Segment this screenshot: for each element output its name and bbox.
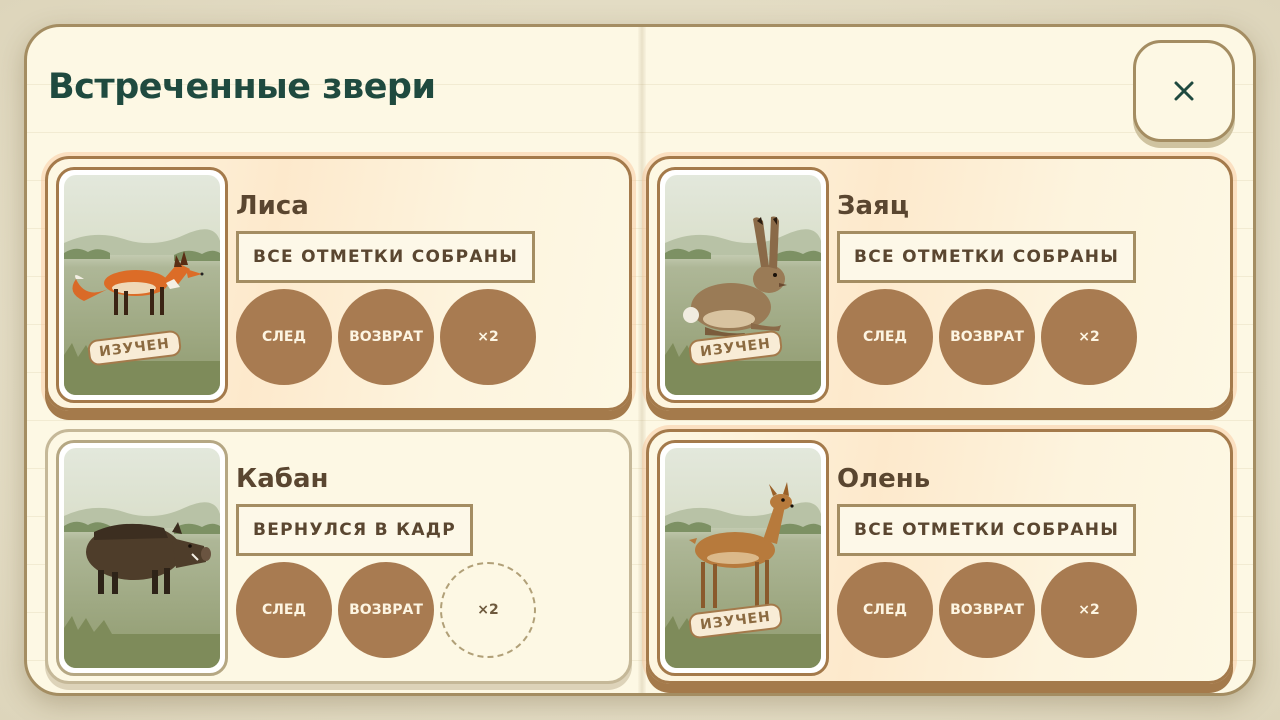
notebook-spine <box>638 27 646 693</box>
status-badge: ВСЕ ОТМЕТКИ СОБРАНЫ <box>837 504 1137 556</box>
mark-track[interactable]: СЛЕД <box>837 289 933 385</box>
journal-panel: Встреченные звери ИЗУЧЕН Лиса ВСЕ ОТМЕТК… <box>24 24 1256 696</box>
animal-portrait <box>56 167 228 403</box>
mark-x2[interactable]: ×2 <box>1041 289 1137 385</box>
hare-illustration <box>665 175 821 395</box>
marks-row: СЛЕД ВОЗВРАТ ×2 <box>236 289 536 385</box>
mark-track[interactable]: СЛЕД <box>837 562 933 658</box>
boar-illustration <box>64 448 220 668</box>
animal-name: Заяц <box>837 191 909 221</box>
mark-return[interactable]: ВОЗВРАТ <box>939 289 1035 385</box>
mark-track[interactable]: СЛЕД <box>236 562 332 658</box>
marks-row: СЛЕД ВОЗВРАТ ×2 <box>236 562 536 658</box>
animal-portrait <box>56 440 228 676</box>
close-icon <box>1174 81 1194 101</box>
status-badge: ВСЕ ОТМЕТКИ СОБРАНЫ <box>837 231 1137 283</box>
animal-portrait <box>657 167 829 403</box>
mark-return[interactable]: ВОЗВРАТ <box>338 562 434 658</box>
mark-x2[interactable]: ×2 <box>1041 562 1137 658</box>
marks-row: СЛЕД ВОЗВРАТ ×2 <box>837 289 1137 385</box>
animal-card-fox[interactable]: ИЗУЧЕН Лиса ВСЕ ОТМЕТКИ СОБРАНЫ СЛЕД ВОЗ… <box>45 156 632 411</box>
status-badge: ВЕРНУЛСЯ В КАДР <box>236 504 473 556</box>
fox-illustration <box>64 175 220 395</box>
mark-return[interactable]: ВОЗВРАТ <box>338 289 434 385</box>
animal-card-boar[interactable]: Кабан ВЕРНУЛСЯ В КАДР СЛЕД ВОЗВРАТ ×2 <box>45 429 632 684</box>
marks-row: СЛЕД ВОЗВРАТ ×2 <box>837 562 1137 658</box>
deer-illustration <box>665 448 821 668</box>
mark-x2[interactable]: ×2 <box>440 289 536 385</box>
animal-card-hare[interactable]: ИЗУЧЕН Заяц ВСЕ ОТМЕТКИ СОБРАНЫ СЛЕД ВОЗ… <box>646 156 1233 411</box>
mark-track[interactable]: СЛЕД <box>236 289 332 385</box>
status-badge: ВСЕ ОТМЕТКИ СОБРАНЫ <box>236 231 536 283</box>
page-title: Встреченные звери <box>48 67 436 107</box>
animal-name: Кабан <box>236 464 329 494</box>
animal-portrait <box>657 440 829 676</box>
animal-name: Лиса <box>236 191 309 221</box>
mark-x2-empty[interactable]: ×2 <box>440 562 536 658</box>
close-button[interactable] <box>1133 40 1235 142</box>
animal-card-deer[interactable]: ИЗУЧЕН Олень ВСЕ ОТМЕТКИ СОБРАНЫ СЛЕД ВО… <box>646 429 1233 684</box>
animal-name: Олень <box>837 464 931 494</box>
mark-return[interactable]: ВОЗВРАТ <box>939 562 1035 658</box>
